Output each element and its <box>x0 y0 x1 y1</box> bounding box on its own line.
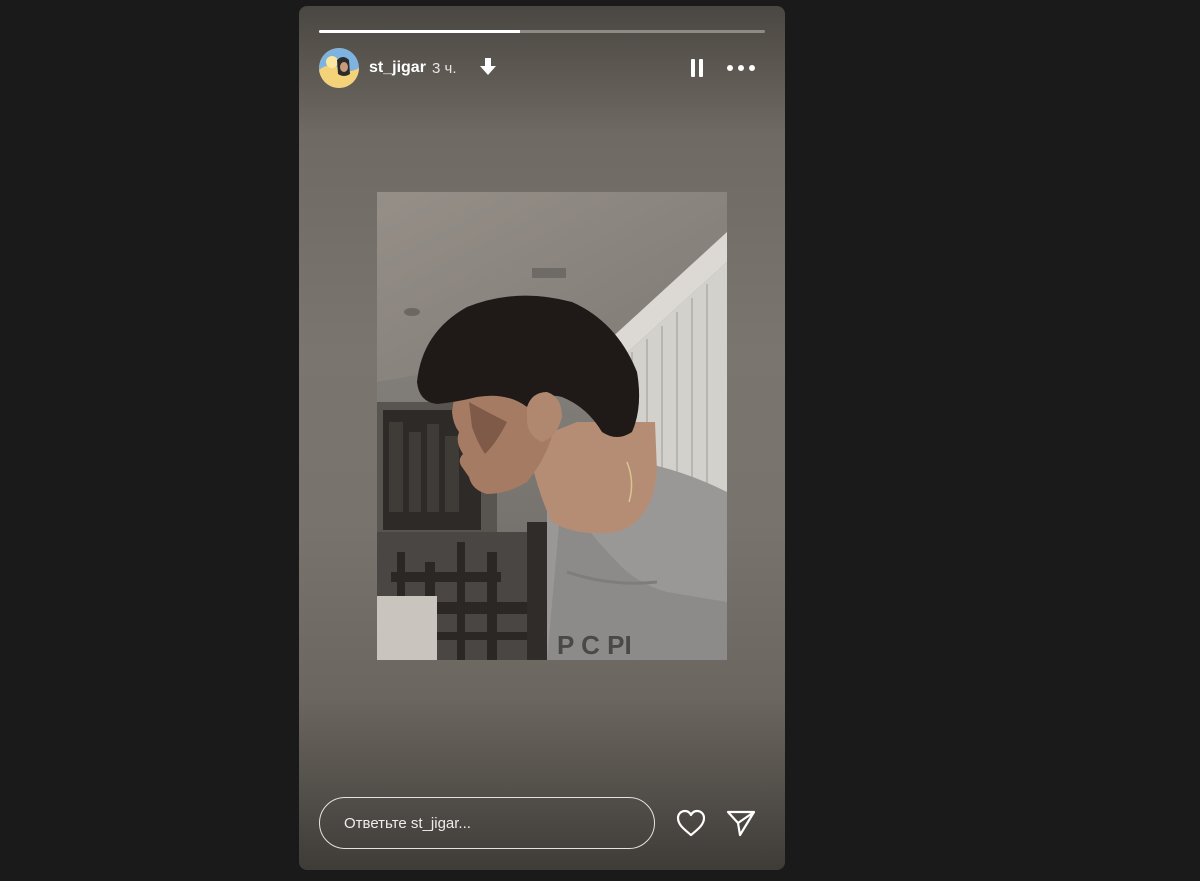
story-photo: P C PI <box>377 192 727 660</box>
download-arrow-icon[interactable] <box>477 56 499 78</box>
story-header: st_jigar 3 ч. <box>319 48 765 88</box>
story-time-ago: 3 ч. <box>432 60 457 77</box>
avatar-image <box>319 48 359 88</box>
avatar[interactable] <box>319 48 359 88</box>
story-progress-bar <box>319 30 765 33</box>
more-horizontal-icon <box>727 65 755 71</box>
paper-plane-icon <box>726 810 756 837</box>
reply-input[interactable] <box>319 797 655 849</box>
story-progress-fill <box>319 30 520 33</box>
story-username[interactable]: st_jigar <box>369 59 426 77</box>
shirt-print: P C PI <box>557 630 632 660</box>
story-viewer[interactable]: st_jigar 3 ч. P C PI Ответьте st_jigar..… <box>299 6 785 870</box>
heart-icon <box>676 809 706 837</box>
pause-button[interactable] <box>685 57 709 79</box>
more-options-button[interactable] <box>723 57 759 79</box>
like-button[interactable] <box>675 808 707 838</box>
pause-icon <box>691 59 703 77</box>
page-background: st_jigar 3 ч. P C PI Ответьте st_jigar..… <box>0 0 1200 881</box>
share-button[interactable] <box>725 808 757 838</box>
